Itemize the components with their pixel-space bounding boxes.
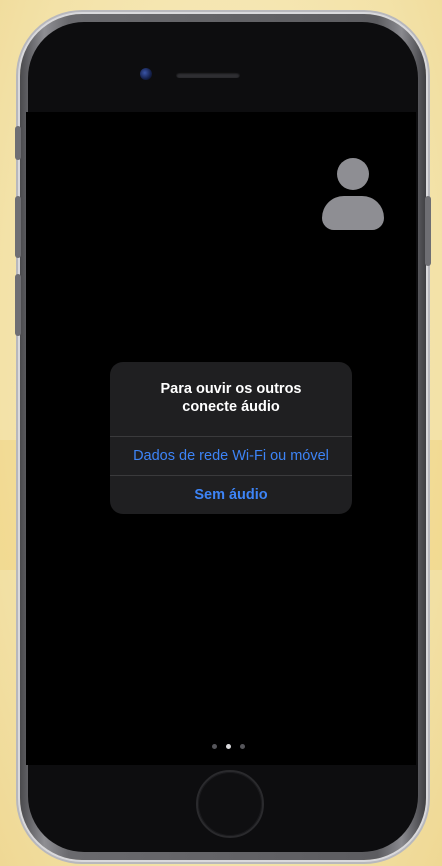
- no-audio-button[interactable]: Sem áudio: [110, 476, 352, 514]
- page-dot: [240, 744, 245, 749]
- page-indicator[interactable]: [208, 744, 248, 750]
- mute-switch: [15, 126, 21, 160]
- power-button: [425, 196, 431, 266]
- alert-title: Para ouvir os outros conecte áudio: [160, 381, 302, 415]
- volume-down-button: [15, 274, 21, 336]
- person-silhouette-icon: [322, 158, 384, 230]
- home-button-icon[interactable]: [196, 770, 264, 838]
- avatar-body: [322, 196, 384, 230]
- avatar-head: [337, 158, 369, 190]
- volume-up-button: [15, 196, 21, 258]
- wifi-cellular-audio-button[interactable]: Dados de rede Wi-Fi ou móvel: [110, 437, 352, 475]
- connect-audio-alert: Para ouvir os outros conecte áudio Dados…: [110, 362, 352, 514]
- page-dot: [212, 744, 217, 749]
- screen: Para ouvir os outros conecte áudio Dados…: [26, 112, 416, 765]
- earpiece-speaker: [176, 72, 240, 78]
- front-camera-icon: [140, 68, 152, 80]
- page-dot-active: [226, 744, 231, 749]
